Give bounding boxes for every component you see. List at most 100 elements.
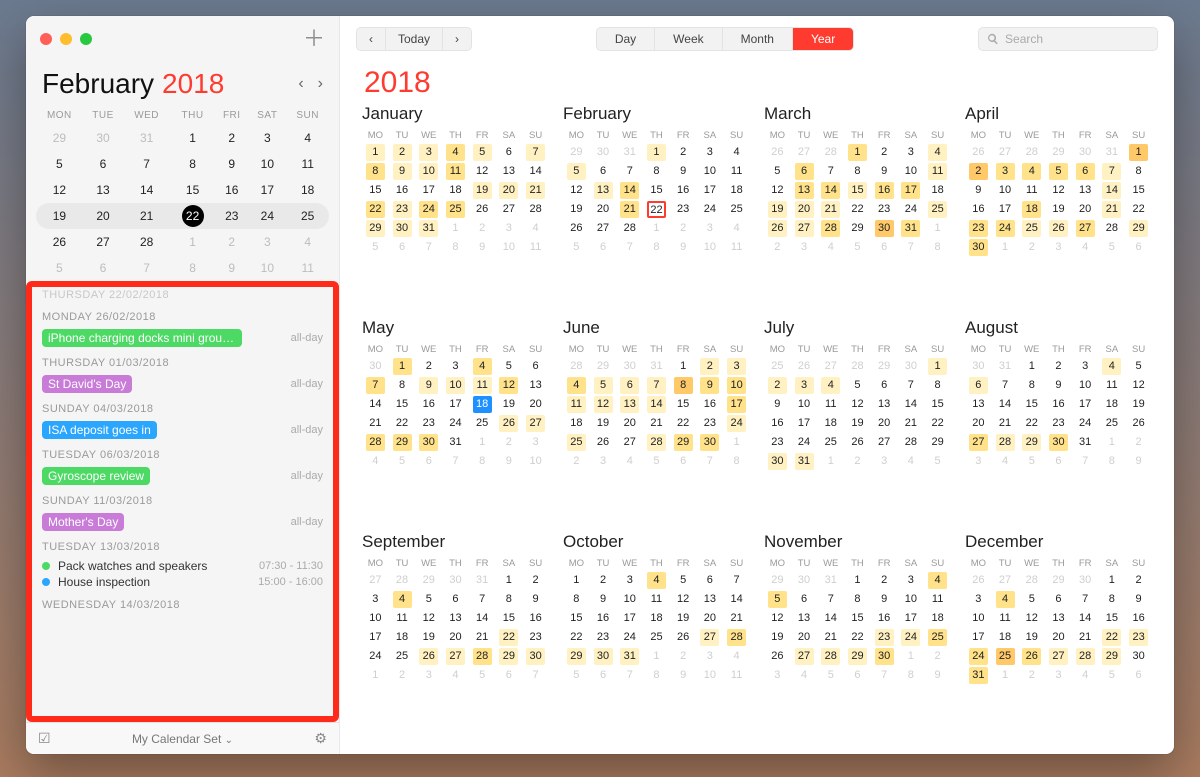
year-day[interactable]: 12 bbox=[590, 395, 617, 414]
year-day[interactable]: 10 bbox=[616, 590, 643, 609]
year-day[interactable]: 23 bbox=[1045, 414, 1072, 433]
year-day[interactable]: 16 bbox=[764, 414, 791, 433]
mini-day[interactable]: 7 bbox=[123, 151, 170, 177]
mini-day[interactable]: 4 bbox=[286, 229, 329, 255]
mini-day[interactable]: 16 bbox=[215, 177, 248, 203]
close-icon[interactable] bbox=[40, 33, 52, 45]
year-day[interactable]: 17 bbox=[723, 395, 750, 414]
year-day[interactable]: 25 bbox=[924, 200, 951, 219]
year-day[interactable]: 26 bbox=[965, 571, 992, 590]
year-day[interactable]: 11 bbox=[469, 376, 496, 395]
year-day[interactable]: 6 bbox=[590, 162, 617, 181]
year-day[interactable]: 6 bbox=[871, 376, 898, 395]
month-october[interactable]: OctoberMOTUWETHFRSASU1234567891011121314… bbox=[563, 532, 750, 740]
today-button[interactable]: Today bbox=[385, 28, 442, 50]
year-day[interactable]: 5 bbox=[1018, 590, 1045, 609]
year-day[interactable]: 13 bbox=[590, 181, 617, 200]
year-day[interactable]: 10 bbox=[362, 609, 389, 628]
year-day[interactable]: 10 bbox=[442, 376, 469, 395]
year-day[interactable]: 6 bbox=[415, 452, 442, 471]
year-day[interactable]: 9 bbox=[670, 162, 697, 181]
year-day[interactable]: 4 bbox=[442, 143, 469, 162]
year-day[interactable]: 6 bbox=[697, 571, 724, 590]
year-day[interactable]: 28 bbox=[616, 219, 643, 238]
year-day[interactable]: 26 bbox=[1045, 219, 1072, 238]
year-day[interactable]: 19 bbox=[1125, 395, 1152, 414]
prev-month-button[interactable]: ‹ bbox=[298, 75, 303, 93]
year-day[interactable]: 19 bbox=[415, 628, 442, 647]
year-day[interactable]: 10 bbox=[697, 238, 724, 257]
year-day[interactable]: 29 bbox=[764, 571, 791, 590]
year-day[interactable]: 1 bbox=[1099, 433, 1126, 452]
year-day[interactable]: 10 bbox=[791, 395, 818, 414]
year-day[interactable]: 30 bbox=[791, 571, 818, 590]
upcoming-events-list[interactable]: THURSDAY 22/02/2018MONDAY 26/02/2018iPho… bbox=[32, 287, 333, 716]
year-day[interactable]: 1 bbox=[442, 219, 469, 238]
year-day[interactable]: 16 bbox=[590, 609, 617, 628]
year-day[interactable]: 29 bbox=[1018, 433, 1045, 452]
year-day[interactable]: 8 bbox=[563, 590, 590, 609]
year-day[interactable]: 16 bbox=[522, 609, 549, 628]
prev-button[interactable]: ‹ bbox=[357, 28, 385, 50]
year-day[interactable]: 5 bbox=[1099, 238, 1126, 257]
year-day[interactable]: 6 bbox=[389, 238, 416, 257]
year-day[interactable]: 28 bbox=[817, 219, 844, 238]
year-day[interactable]: 5 bbox=[496, 357, 523, 376]
year-day[interactable]: 28 bbox=[1099, 219, 1126, 238]
next-month-button[interactable]: › bbox=[318, 75, 323, 93]
year-day[interactable]: 5 bbox=[670, 571, 697, 590]
year-day[interactable]: 18 bbox=[723, 181, 750, 200]
year-day[interactable]: 27 bbox=[442, 647, 469, 666]
year-day[interactable]: 11 bbox=[643, 590, 670, 609]
year-day[interactable]: 19 bbox=[670, 609, 697, 628]
year-day[interactable]: 1 bbox=[1018, 357, 1045, 376]
year-day[interactable]: 19 bbox=[1018, 628, 1045, 647]
year-day[interactable]: 13 bbox=[791, 609, 818, 628]
year-day[interactable]: 4 bbox=[1099, 357, 1126, 376]
year-day[interactable]: 7 bbox=[522, 143, 549, 162]
year-day[interactable]: 1 bbox=[643, 647, 670, 666]
year-day[interactable]: 30 bbox=[1072, 143, 1099, 162]
year-day[interactable]: 27 bbox=[496, 200, 523, 219]
year-day[interactable]: 6 bbox=[791, 590, 818, 609]
year-day[interactable]: 29 bbox=[1125, 219, 1152, 238]
event-row[interactable]: Mother's Dayall-day bbox=[42, 513, 323, 531]
year-day[interactable]: 19 bbox=[496, 395, 523, 414]
tasks-icon[interactable]: ☑︎ bbox=[38, 730, 51, 747]
year-day[interactable]: 18 bbox=[469, 395, 496, 414]
year-day[interactable]: 30 bbox=[965, 238, 992, 257]
year-day[interactable]: 26 bbox=[965, 143, 992, 162]
year-day[interactable]: 16 bbox=[871, 609, 898, 628]
year-day[interactable]: 4 bbox=[442, 666, 469, 685]
year-day[interactable]: 26 bbox=[590, 433, 617, 452]
year-day[interactable]: 2 bbox=[670, 647, 697, 666]
year-day[interactable]: 3 bbox=[442, 357, 469, 376]
year-day[interactable]: 2 bbox=[389, 143, 416, 162]
year-day[interactable]: 26 bbox=[469, 200, 496, 219]
year-day[interactable]: 26 bbox=[844, 433, 871, 452]
year-day[interactable]: 9 bbox=[496, 452, 523, 471]
year-day[interactable]: 23 bbox=[965, 219, 992, 238]
month-may[interactable]: MayMOTUWETHFRSASU30123456789101112131415… bbox=[362, 318, 549, 526]
year-day[interactable]: 17 bbox=[442, 395, 469, 414]
year-day[interactable]: 9 bbox=[522, 590, 549, 609]
year-day[interactable]: 21 bbox=[817, 200, 844, 219]
year-day[interactable]: 9 bbox=[469, 238, 496, 257]
year-day[interactable]: 13 bbox=[616, 395, 643, 414]
year-day[interactable]: 8 bbox=[643, 238, 670, 257]
mini-day[interactable]: 5 bbox=[36, 255, 83, 281]
year-day[interactable]: 13 bbox=[1072, 181, 1099, 200]
year-day[interactable]: 27 bbox=[522, 414, 549, 433]
year-day[interactable]: 21 bbox=[817, 628, 844, 647]
year-day[interactable]: 15 bbox=[362, 181, 389, 200]
year-day[interactable]: 31 bbox=[898, 219, 925, 238]
year-day[interactable]: 26 bbox=[791, 357, 818, 376]
year-day[interactable]: 2 bbox=[522, 571, 549, 590]
year-day[interactable]: 17 bbox=[616, 609, 643, 628]
year-day[interactable]: 7 bbox=[442, 452, 469, 471]
year-day[interactable]: 24 bbox=[965, 647, 992, 666]
year-day[interactable]: 7 bbox=[817, 590, 844, 609]
year-day[interactable]: 9 bbox=[871, 162, 898, 181]
year-day[interactable]: 26 bbox=[670, 628, 697, 647]
year-day[interactable]: 26 bbox=[764, 219, 791, 238]
